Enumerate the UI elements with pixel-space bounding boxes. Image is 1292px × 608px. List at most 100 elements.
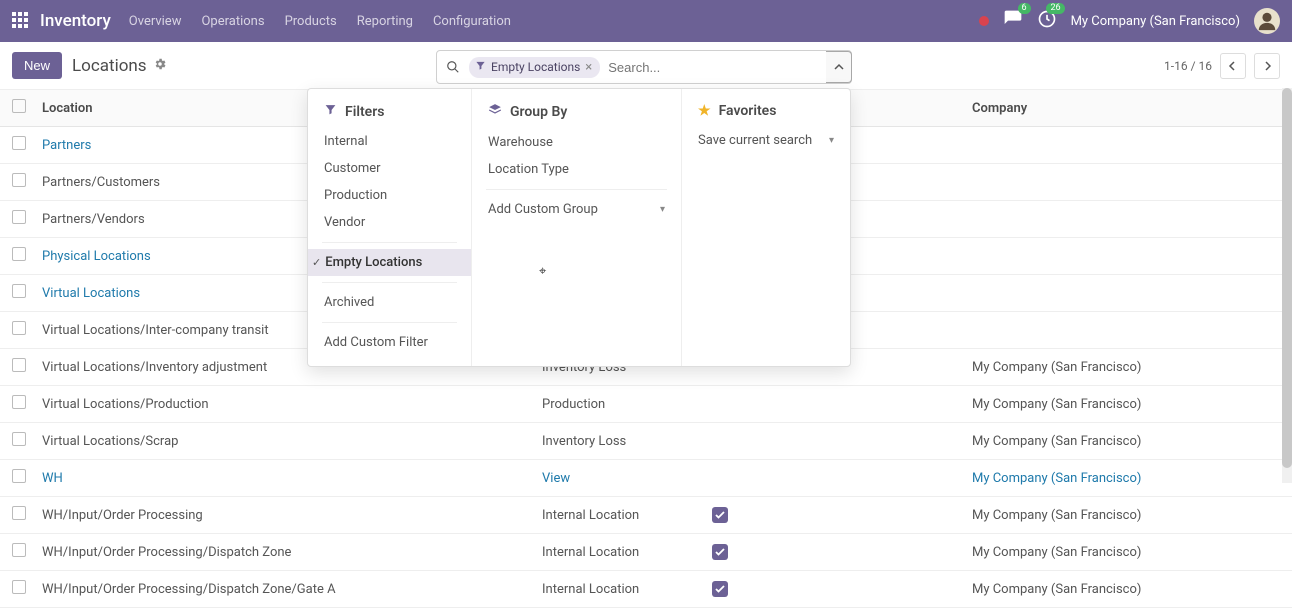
cell-type: View <box>534 460 704 497</box>
row-checkbox[interactable] <box>12 506 26 520</box>
control-bar: New Locations Empty Locations × 1-16 / 1… <box>0 42 1292 90</box>
cell-type: Inventory Loss <box>534 423 704 460</box>
filter-chip[interactable]: Empty Locations × <box>469 57 600 78</box>
cell-location[interactable]: WH/Input/Order Processing/Dispatch Zone/… <box>34 571 534 608</box>
pager-prev[interactable] <box>1220 53 1246 79</box>
cell-company <box>964 238 1292 275</box>
menu-reporting[interactable]: Reporting <box>357 14 413 29</box>
cell-company <box>964 275 1292 312</box>
table-row[interactable]: Virtual Locations/ScrapInventory LossMy … <box>0 423 1292 460</box>
cell-location[interactable]: Virtual Locations/Scrap <box>34 423 534 460</box>
row-checkbox[interactable] <box>12 469 26 483</box>
table-row[interactable]: WH/Input/Order Processing/Dispatch Zone/… <box>0 571 1292 608</box>
messages-badge: 6 <box>1018 3 1031 14</box>
favorites-heading: ★ Favorites <box>682 99 850 127</box>
table-row[interactable]: WH/Input/Order Processing/Dispatch ZoneI… <box>0 534 1292 571</box>
apps-icon[interactable] <box>12 12 30 30</box>
row-checkbox[interactable] <box>12 358 26 372</box>
avatar[interactable] <box>1254 8 1280 34</box>
search-dropdown-toggle[interactable] <box>826 51 852 83</box>
groupby-location-type[interactable]: Location Type <box>472 156 681 183</box>
cell-location[interactable]: WH/Input/Order Processing/Dispatch Zone <box>34 534 534 571</box>
pager-text: 1-16 / 16 <box>1164 59 1212 73</box>
row-checkbox[interactable] <box>12 395 26 409</box>
filter-vendor[interactable]: Vendor <box>308 209 471 236</box>
col-company[interactable]: Company <box>964 90 1292 127</box>
menu-products[interactable]: Products <box>285 14 337 29</box>
row-checkbox[interactable] <box>12 284 26 298</box>
cell-company <box>964 201 1292 238</box>
cell-type: Internal Location <box>534 571 704 608</box>
cell-category <box>704 497 964 534</box>
row-checkbox[interactable] <box>12 321 26 335</box>
filter-chip-label: Empty Locations <box>491 60 580 74</box>
record-icon[interactable] <box>979 16 989 26</box>
chevron-down-icon: ▾ <box>829 135 834 146</box>
cell-company: My Company (San Francisco) <box>964 349 1292 386</box>
cell-company: My Company (San Francisco) <box>964 534 1292 571</box>
favorites-column: ★ Favorites Save current search ▾ <box>682 89 850 366</box>
row-checkbox[interactable] <box>12 543 26 557</box>
cell-location[interactable]: Virtual Locations/Production <box>34 386 534 423</box>
filter-customer[interactable]: Customer <box>308 155 471 182</box>
add-custom-group[interactable]: Add Custom Group ▾ <box>472 196 681 223</box>
filter-production[interactable]: Production <box>308 182 471 209</box>
search-dropdown-panel: Filters Internal Customer Production Ven… <box>307 88 851 367</box>
table-row[interactable]: WH/Input/Order ProcessingInternal Locati… <box>0 497 1292 534</box>
row-checkbox[interactable] <box>12 210 26 224</box>
checkbox-on-icon[interactable] <box>712 507 728 523</box>
menu-configuration[interactable]: Configuration <box>433 14 511 29</box>
cell-type: Internal Location <box>534 497 704 534</box>
row-checkbox[interactable] <box>12 247 26 261</box>
top-nav: Inventory Overview Operations Products R… <box>0 0 1292 42</box>
cell-company <box>964 312 1292 349</box>
filter-empty-locations[interactable]: Empty Locations <box>308 249 471 276</box>
groupby-heading: Group By <box>472 99 681 129</box>
pager-next[interactable] <box>1254 53 1280 79</box>
cell-category <box>704 386 964 423</box>
messages-icon[interactable]: 6 <box>1003 9 1023 33</box>
search-bar: Empty Locations × <box>436 50 852 84</box>
table-row[interactable]: Virtual Locations/ProductionProductionMy… <box>0 386 1292 423</box>
row-checkbox[interactable] <box>12 136 26 150</box>
row-checkbox[interactable] <box>12 173 26 187</box>
cell-category <box>704 460 964 497</box>
search-input[interactable] <box>600 56 826 79</box>
checkbox-on-icon[interactable] <box>712 581 728 597</box>
row-checkbox[interactable] <box>12 432 26 446</box>
table-row[interactable]: WHViewMy Company (San Francisco) <box>0 460 1292 497</box>
gear-icon[interactable] <box>153 57 167 75</box>
filters-column: Filters Internal Customer Production Ven… <box>308 89 472 366</box>
menu-operations[interactable]: Operations <box>201 14 264 29</box>
cell-company <box>964 127 1292 164</box>
activities-icon[interactable]: 26 <box>1037 9 1057 33</box>
cell-category <box>704 423 964 460</box>
funnel-icon <box>475 60 486 74</box>
pager: 1-16 / 16 <box>1164 53 1280 79</box>
filter-archived[interactable]: Archived <box>308 289 471 316</box>
app-name: Inventory <box>40 11 111 31</box>
chip-close-icon[interactable]: × <box>585 60 592 75</box>
row-checkbox[interactable] <box>12 580 26 594</box>
select-all-checkbox[interactable] <box>12 99 26 113</box>
filters-heading: Filters <box>308 99 471 128</box>
scrollbar-thumb[interactable] <box>1282 88 1292 468</box>
company-selector[interactable]: My Company (San Francisco) <box>1071 14 1240 29</box>
breadcrumb: Locations <box>72 56 147 76</box>
groupby-warehouse[interactable]: Warehouse <box>472 129 681 156</box>
chevron-down-icon: ▾ <box>660 204 665 215</box>
cell-category <box>704 571 964 608</box>
cell-company: My Company (San Francisco) <box>964 497 1292 534</box>
save-current-search[interactable]: Save current search ▾ <box>682 127 850 154</box>
checkbox-on-icon[interactable] <box>712 544 728 560</box>
cell-type: Internal Location <box>534 534 704 571</box>
menu-overview[interactable]: Overview <box>129 14 182 29</box>
star-icon: ★ <box>698 103 711 119</box>
activities-badge: 26 <box>1046 3 1064 14</box>
filter-internal[interactable]: Internal <box>308 128 471 155</box>
search-icon[interactable] <box>437 60 469 74</box>
cell-location[interactable]: WH/Input/Order Processing <box>34 497 534 534</box>
cell-location[interactable]: WH <box>34 460 534 497</box>
add-custom-filter[interactable]: Add Custom Filter <box>308 329 471 356</box>
new-button[interactable]: New <box>12 52 62 79</box>
